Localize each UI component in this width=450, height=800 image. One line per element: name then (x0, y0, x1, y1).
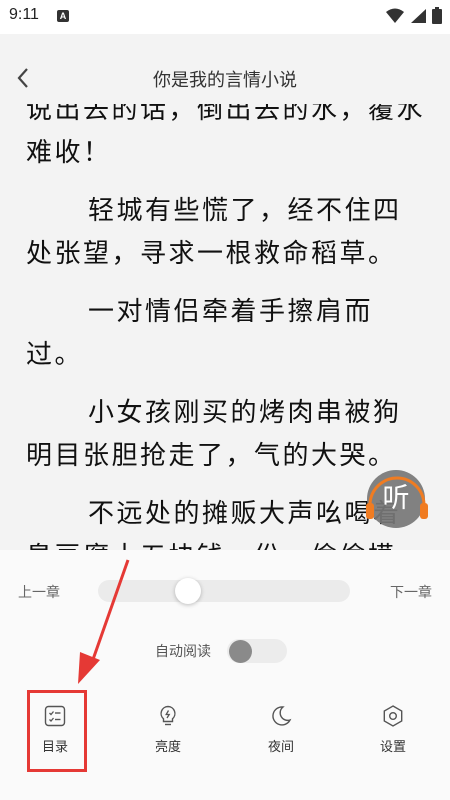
moon-icon (272, 706, 292, 726)
brightness-button[interactable]: 亮度 (138, 700, 198, 760)
status-icons (386, 7, 442, 24)
night-mode-button[interactable]: 夜间 (251, 700, 311, 760)
settings-button[interactable]: 设置 (363, 700, 423, 760)
wifi-icon (386, 8, 404, 23)
settings-icon (383, 705, 403, 727)
status-time: 9:11 (9, 6, 39, 23)
listen-label: 听 (382, 483, 410, 514)
night-mode-label: 夜间 (267, 740, 294, 755)
paragraph: 说出去的话，倒出去的水，覆水难收！ (26, 104, 426, 168)
annotation-highlight-box (27, 690, 87, 772)
notification-icon: A (57, 10, 69, 22)
status-bar: 9:11 A (0, 0, 450, 34)
toggle-knob (229, 640, 252, 663)
paragraph: 小女孩刚买的烤肉串被狗明目张胆抢走了，气的大哭。 (26, 398, 402, 471)
book-title: 你是我的言情小说 (153, 70, 297, 91)
battery-icon (432, 7, 442, 24)
next-chapter-button[interactable]: 下一章 (390, 582, 432, 602)
auto-read-label: 自动阅读 (155, 644, 211, 660)
lightbulb-icon (160, 705, 176, 726)
brightness-label: 亮度 (154, 740, 181, 755)
auto-read-toggle[interactable] (227, 639, 287, 663)
signal-icon (411, 8, 426, 23)
prev-chapter-button[interactable]: 上一章 (18, 582, 60, 602)
paragraph: 轻城有些慌了，经不住四处张望，寻求一根救命稻草。 (26, 196, 402, 269)
chapter-progress-slider[interactable] (98, 578, 350, 604)
reader-header: 你是我的言情小说 (0, 34, 450, 104)
settings-label: 设置 (379, 740, 406, 755)
progress-thumb[interactable] (175, 578, 201, 604)
reader-control-panel: 上一章 下一章 自动阅读 目录 亮度 夜间 设置 (0, 550, 450, 800)
listen-button[interactable]: 听 (364, 467, 430, 533)
paragraph: 一对情侣牵着手擦肩而过。 (26, 297, 374, 370)
